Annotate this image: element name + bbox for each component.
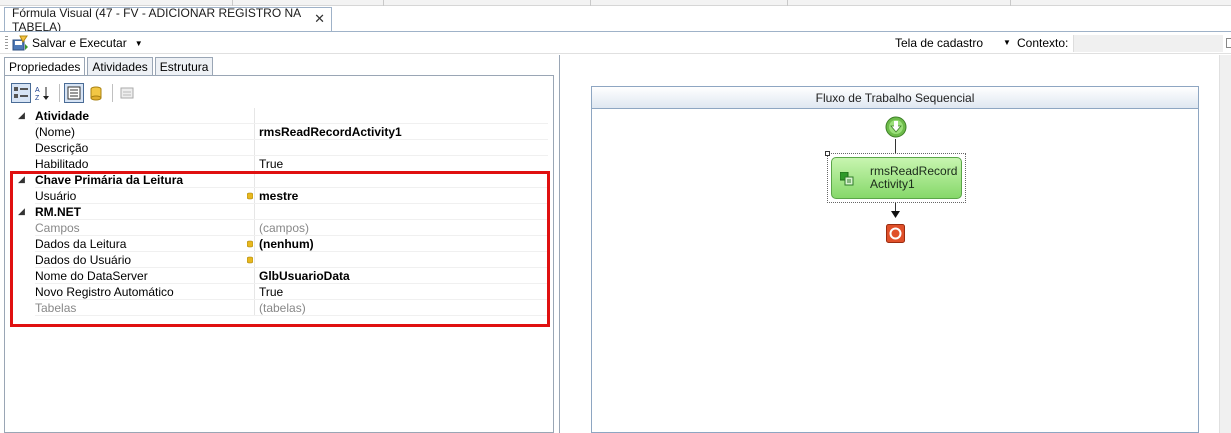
vertical-scrollbar[interactable] <box>1219 55 1231 433</box>
tab-propriedades[interactable]: Propriedades <box>4 57 86 77</box>
workflow-title: Fluxo de Trabalho Sequencial <box>592 87 1198 109</box>
toolbar-separator <box>59 84 60 102</box>
property-name: (Nome) <box>35 124 76 139</box>
workflow-designer: Fluxo de Trabalho Sequencial rmsReadReco… <box>559 55 1231 433</box>
toolbar-separator <box>112 84 113 102</box>
categorized-view-button[interactable] <box>11 83 31 103</box>
collapse-icon[interactable]: ◢ <box>18 110 25 121</box>
close-icon[interactable]: ✕ <box>314 11 325 27</box>
chevron-down-icon[interactable]: ▼ <box>135 39 143 48</box>
properties-view-button[interactable] <box>64 83 84 103</box>
property-pages-icon <box>120 87 134 99</box>
property-value[interactable]: True <box>259 157 548 171</box>
properties-toolbar: A Z <box>11 82 139 104</box>
toolbar-grip-icon[interactable] <box>5 36 8 50</box>
data-view-button[interactable] <box>86 83 106 103</box>
svg-text:Z: Z <box>35 95 40 101</box>
property-pages-button[interactable] <box>117 83 137 103</box>
chevron-down-icon[interactable]: ▼ <box>1003 38 1011 47</box>
activity-label: rmsReadRecordActivity1 <box>870 164 958 191</box>
read-record-activity[interactable]: rmsReadRecordActivity1 <box>831 157 962 199</box>
property-row[interactable]: (Nome) rmsReadRecordActivity1 <box>10 123 548 140</box>
context-label: Contexto: <box>1017 36 1069 50</box>
alphabetical-view-button[interactable]: A Z <box>33 83 53 103</box>
properties-icon <box>67 86 81 100</box>
save-run-label: Salvar e Executar <box>32 36 127 50</box>
property-row[interactable]: Habilitado True <box>10 155 548 172</box>
workflow-container[interactable]: Fluxo de Trabalho Sequencial rmsReadReco… <box>591 86 1199 433</box>
start-icon[interactable] <box>884 115 908 139</box>
selection-handle[interactable] <box>825 151 830 156</box>
document-tab[interactable]: Fórmula Visual (47 - FV - ADICIONAR REGI… <box>4 5 332 34</box>
panel-tabs: Propriedades Atividades Estrutura <box>4 57 215 77</box>
save-run-button[interactable]: Salvar e Executar ▼ <box>12 34 143 52</box>
tab-atividades[interactable]: Atividades <box>87 57 153 76</box>
edge-handle <box>1226 38 1231 48</box>
category-atividade[interactable]: ◢ Atividade <box>10 107 548 124</box>
arrow-down-icon <box>891 211 900 218</box>
save-run-icon <box>12 35 28 51</box>
property-name: Descrição <box>35 140 89 155</box>
property-name: Habilitado <box>35 156 89 171</box>
tab-estrutura[interactable]: Estrutura <box>154 57 214 76</box>
connector-line <box>895 139 896 153</box>
main-toolbar: Salvar e Executar ▼ Tela de cadastro ▼ C… <box>0 32 1231 54</box>
categorized-icon <box>14 87 28 98</box>
context-field[interactable] <box>1073 35 1223 52</box>
highlight-box <box>10 171 550 327</box>
property-value[interactable]: rmsReadRecordActivity1 <box>259 125 548 139</box>
activity-icon <box>840 172 854 186</box>
document-tab-title: Fórmula Visual (47 - FV - ADICIONAR REGI… <box>12 5 301 34</box>
end-icon[interactable] <box>886 224 905 243</box>
screen-selector[interactable]: Tela de cadastro <box>895 36 983 50</box>
sort-az-icon: A Z <box>35 87 49 101</box>
activity-selection[interactable]: rmsReadRecordActivity1 <box>825 151 966 203</box>
database-icon <box>90 86 102 101</box>
property-row[interactable]: Descrição <box>10 139 548 156</box>
svg-text:A: A <box>35 87 40 94</box>
